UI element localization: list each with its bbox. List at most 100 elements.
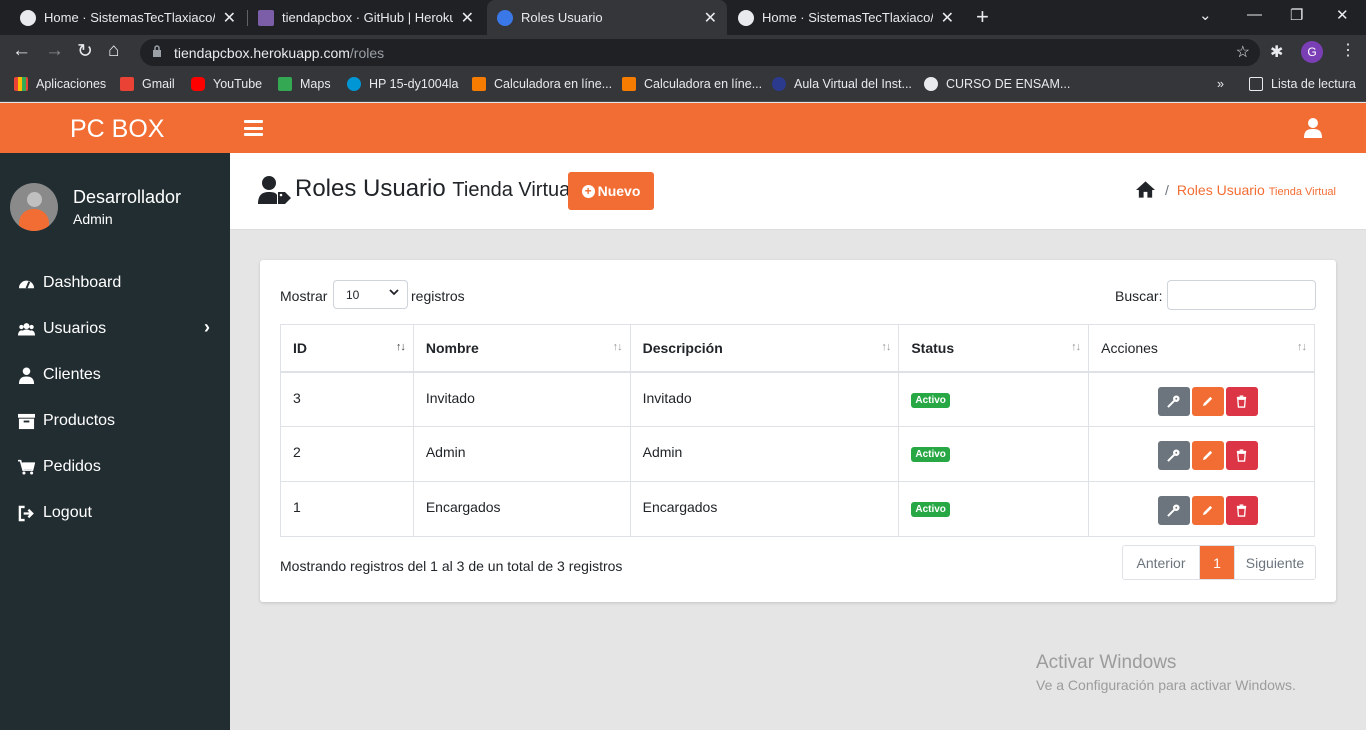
browser-tab-4[interactable]: Home · SistemasTecTlaxiaco/Oaxa ✕ (728, 0, 964, 35)
browser-tab-3-active[interactable]: Roles Usuario ✕ (487, 0, 727, 35)
cell-nombre: Encargados (412, 481, 631, 537)
breadcrumb-separator: / (1165, 181, 1169, 198)
search-input[interactable] (1167, 280, 1316, 310)
app-header: PC BOX (0, 103, 1366, 153)
reading-list[interactable]: Lista de lectura (1249, 77, 1356, 91)
brand-logo[interactable]: PC BOX (70, 115, 164, 144)
bookmark-youtube[interactable]: YouTube (191, 77, 262, 91)
edit-button[interactable] (1191, 386, 1224, 416)
pencil-icon (1202, 396, 1213, 406)
column-header-nombre[interactable]: Nombre ↑↓ (412, 324, 631, 373)
close-icon[interactable]: ✕ (704, 8, 717, 28)
sidebar-item-dashboard[interactable]: Dashboard (0, 264, 230, 304)
github-icon (738, 9, 754, 26)
pagination-prev[interactable]: Anterior (1123, 546, 1200, 579)
more-bookmarks-icon[interactable]: » (1217, 77, 1224, 91)
pagination-next[interactable]: Siguiente (1234, 546, 1315, 579)
user-icon (18, 367, 35, 384)
sidebar-item-label: Productos (43, 412, 116, 429)
lock-icon (153, 45, 161, 57)
home-icon[interactable] (1136, 181, 1156, 198)
sidebar-item-label: Logout (43, 504, 92, 521)
cell-status: Activo (898, 371, 1090, 427)
bookmark-label: YouTube (213, 77, 263, 91)
bookmark-hp[interactable]: HP 15-dy1004la (347, 77, 458, 91)
menu-icon[interactable]: ⋮ (1340, 40, 1356, 60)
cell-nombre: Invitado (412, 371, 631, 427)
cell-acciones (1088, 481, 1315, 537)
browser-toolbar: ← → ↻ ⌂ tiendapcbox.herokuapp.com/roles … (0, 35, 1366, 70)
bookmark-label: CURSO DE ENSAM... (946, 77, 1071, 91)
reading-list-label: Lista de lectura (1271, 77, 1356, 91)
delete-button[interactable] (1225, 441, 1258, 470)
avatar (10, 183, 58, 231)
address-bar[interactable]: tiendapcbox.herokuapp.com/roles ☆ (140, 39, 1260, 66)
column-header-status[interactable]: Status ↑↓ (898, 324, 1090, 373)
browser-tab-1[interactable]: Home · SistemasTecTlaxiaco/tienda ✕ (10, 0, 246, 35)
new-tab-icon[interactable]: + (976, 4, 989, 30)
browser-tab-2[interactable]: tiendapcbox · GitHub | Heroku ✕ (248, 0, 484, 35)
reading-list-icon (1249, 77, 1263, 91)
permissions-button[interactable] (1157, 386, 1190, 416)
bookmark-label: Calculadora en líne... (644, 77, 763, 91)
maps-icon (278, 77, 292, 91)
close-icon[interactable]: ✕ (461, 8, 474, 28)
breadcrumb-current[interactable]: Roles Usuario Tienda Virtual (1177, 182, 1336, 198)
shopping-cart-icon (18, 459, 35, 475)
bookmark-apps[interactable]: Aplicaciones (14, 77, 106, 91)
users-icon (18, 323, 35, 336)
window-close-icon[interactable]: ✕ (1336, 6, 1349, 24)
page-length-select[interactable]: 10 (333, 280, 408, 309)
cell-id: 1 (280, 481, 414, 537)
column-header-descripcion[interactable]: Descripción ↑↓ (629, 324, 900, 373)
close-icon[interactable]: ✕ (223, 8, 236, 28)
bookmark-gmail[interactable]: Gmail (120, 77, 175, 91)
new-button-label: Nuevo (597, 183, 641, 199)
bookmarks-bar: Aplicaciones Gmail YouTube Maps HP 15-dy… (0, 70, 1366, 102)
back-icon[interactable]: ← (12, 40, 31, 62)
new-role-button[interactable]: + Nuevo (568, 172, 654, 210)
permissions-button[interactable] (1157, 441, 1190, 470)
pagination-page-1[interactable]: 1 (1200, 546, 1234, 579)
key-icon (1167, 504, 1180, 517)
minimize-icon[interactable]: — (1247, 6, 1262, 23)
edit-button[interactable] (1191, 496, 1224, 525)
delete-button[interactable] (1225, 386, 1258, 416)
bookmark-aula-virtual[interactable]: Aula Virtual del Inst... (772, 77, 912, 91)
bookmark-star-icon[interactable]: ☆ (1236, 42, 1250, 62)
reload-icon[interactable]: ↻ (77, 40, 93, 63)
home-icon[interactable]: ⌂ (108, 40, 119, 62)
column-header-id[interactable]: ID ↑↓ (280, 324, 414, 373)
tab-search-icon[interactable]: ⌄ (1199, 6, 1212, 24)
sidebar-item-logout[interactable]: Logout (0, 494, 230, 534)
restore-icon[interactable]: ❐ (1290, 6, 1303, 24)
profile-avatar[interactable]: G (1301, 41, 1323, 63)
bookmark-curso[interactable]: CURSO DE ENSAM... (924, 77, 1070, 91)
hamburger-menu-icon[interactable] (244, 120, 263, 136)
sidebar-item-clientes[interactable]: Clientes (0, 356, 230, 396)
dashboard-gauge-icon (18, 280, 35, 289)
heroku-icon (258, 9, 274, 26)
github-icon (20, 9, 36, 26)
pencil-icon (1202, 505, 1213, 516)
table-row: 2 Admin Admin Activo (280, 426, 1315, 482)
bookmark-calculadora-1[interactable]: Calculadora en líne... (472, 77, 612, 91)
user-role: Admin (73, 211, 113, 227)
permissions-button[interactable] (1157, 496, 1190, 525)
forward-icon[interactable]: → (45, 40, 64, 62)
trash-icon (1236, 504, 1247, 517)
sidebar-item-usuarios[interactable]: Usuarios › (0, 310, 230, 350)
records-label: registros (411, 288, 465, 304)
close-icon[interactable]: ✕ (941, 8, 954, 28)
user-menu-icon[interactable] (1304, 118, 1322, 138)
column-header-acciones[interactable]: Acciones ↑↓ (1088, 324, 1315, 373)
tab-title: Roles Usuario (521, 10, 603, 25)
bookmark-maps[interactable]: Maps (278, 77, 331, 91)
sidebar-item-productos[interactable]: Productos (0, 402, 230, 442)
extensions-icon[interactable]: ✱ (1270, 42, 1283, 62)
sidebar-item-pedidos[interactable]: Pedidos (0, 448, 230, 488)
delete-button[interactable] (1225, 496, 1258, 525)
apps-grid-icon (14, 77, 28, 91)
edit-button[interactable] (1191, 441, 1224, 470)
bookmark-calculadora-2[interactable]: Calculadora en líne... (622, 77, 762, 91)
